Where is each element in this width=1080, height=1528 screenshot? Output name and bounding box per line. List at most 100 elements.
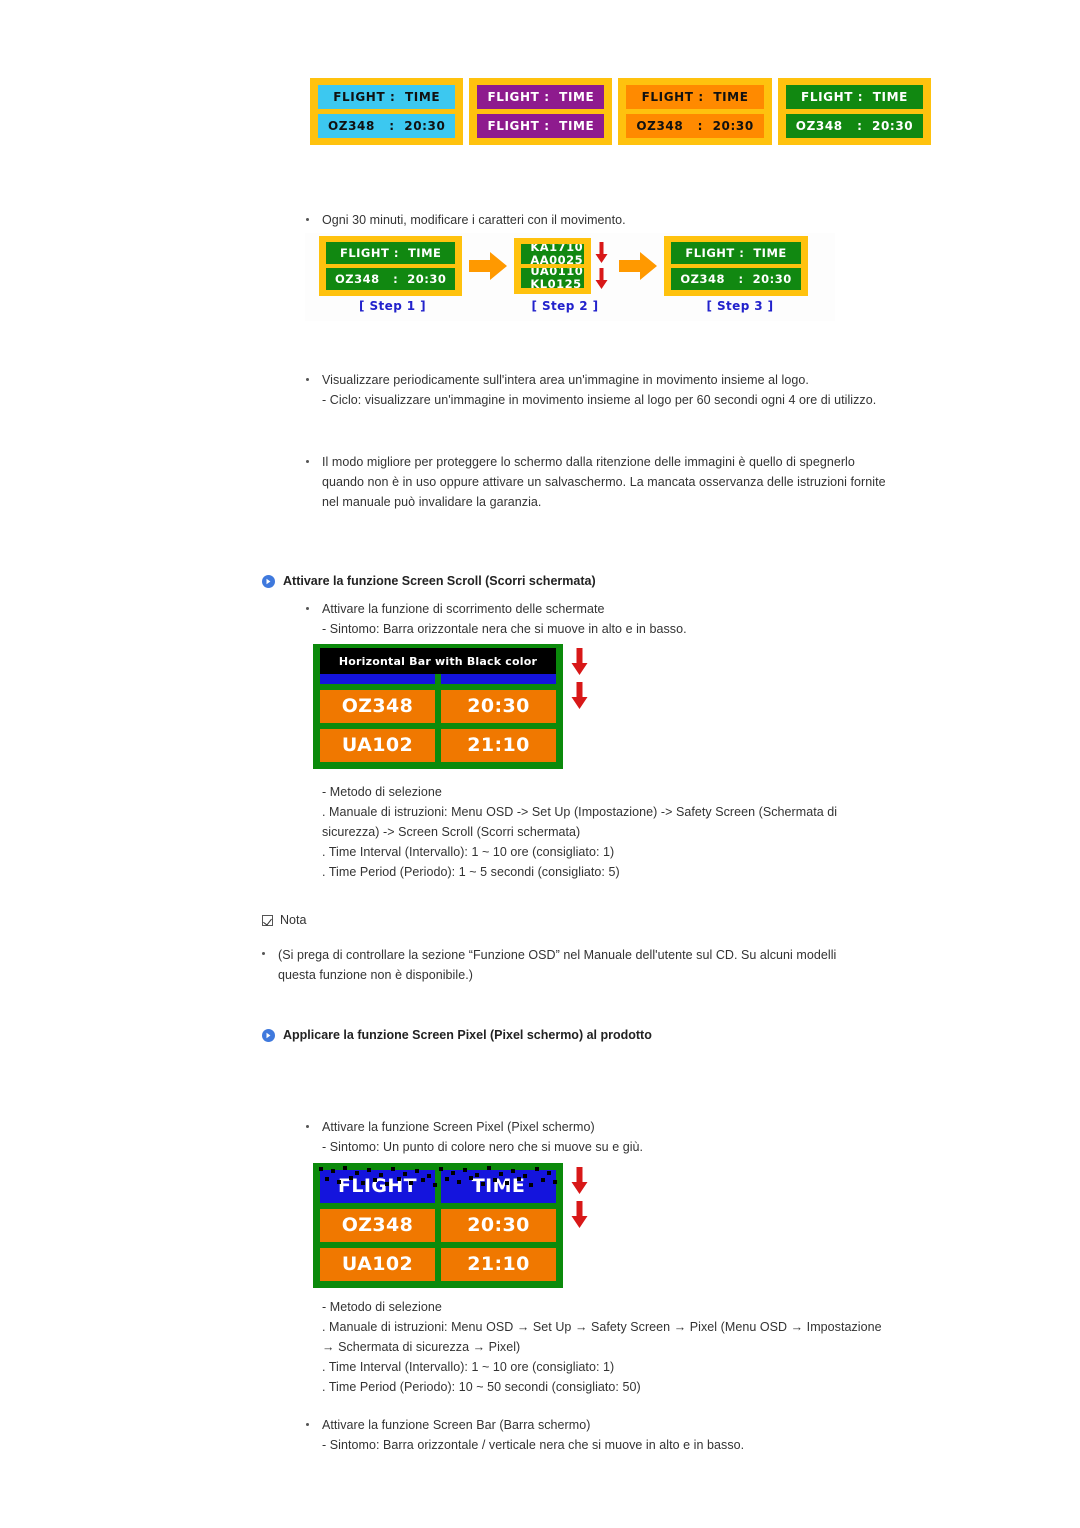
right-arrow-icon	[469, 252, 508, 280]
method-line: - Metodo di selezione	[322, 1300, 442, 1314]
board-row: UA102 21:10	[320, 1248, 556, 1281]
section-header-screen-scroll: Attivare la funzione Screen Scroll (Scor…	[262, 574, 596, 588]
right-arrow-icon	[619, 252, 658, 280]
board-cell: 20:30	[441, 690, 556, 723]
bullet-periodic-moving-image: Visualizzare periodicamente sull'intera …	[300, 370, 940, 410]
flight-panel-cyan: FLIGHT : TIME OZ348 : 20:30	[310, 78, 464, 145]
board-cell: 21:10	[441, 729, 556, 762]
bullet-dot-icon	[306, 460, 309, 463]
bullet-symptom: - Sintomo: Barra orizzontale nera che si…	[322, 622, 687, 636]
note-header: Nota	[262, 913, 306, 927]
bullet-symptom: - Sintomo: Barra orizzontale / verticale…	[322, 1438, 745, 1452]
flight-panel-orange: FLIGHT : TIME OZ348 : 20:30	[618, 78, 772, 145]
flight-panel-row: OZ348 : 20:30	[785, 114, 924, 138]
step2-row: UA0110 : 13:30 KL0125 : 13:50	[521, 268, 585, 288]
step1-row: FLIGHT : TIME	[326, 242, 456, 264]
pixel-direction-arrows	[571, 1163, 588, 1229]
arrow-circle-icon	[262, 574, 275, 588]
bullet-text: Ogni 30 minuti, modificare i caratteri c…	[322, 213, 626, 227]
bullet-dot-icon	[306, 378, 309, 381]
board-cell: 20:30	[441, 1209, 556, 1242]
step3-row: FLIGHT : TIME	[671, 242, 801, 264]
method-line: - Metodo di selezione	[322, 785, 442, 799]
method-line: . Manuale di istruzioni: Menu OSD → Set …	[322, 1320, 882, 1334]
method-line: . Time Interval (Intervallo): 1 ~ 10 ore…	[322, 1360, 615, 1374]
scroll-down-arrows	[595, 242, 608, 290]
black-bar-overlay: Horizontal Bar with Black color	[320, 648, 556, 674]
step3-panel: FLIGHT : TIME OZ348 : 20:30	[664, 236, 808, 296]
bullet-dot-icon	[306, 607, 309, 610]
section-header-label: Attivare la funzione Screen Scroll (Scor…	[283, 574, 596, 588]
down-arrow-icon	[595, 242, 608, 263]
note-title: Nota	[280, 913, 307, 927]
board-cell: 21:10	[441, 1248, 556, 1281]
flight-panel-row: FLIGHT : TIME	[477, 85, 605, 109]
step2-row: KA1710 : 12:00 AA0025 : 12:35	[521, 244, 585, 264]
section-header-label: Applicare la funzione Screen Pixel (Pixe…	[283, 1028, 652, 1042]
bullet-enable-screen-scroll: Attivare la funzione di scorrimento dell…	[300, 599, 940, 639]
board-cell: UA102	[320, 729, 435, 762]
method-line: . Manuale di istruzioni: Menu OSD -> Set…	[322, 805, 838, 819]
bullet-enable-screen-pixel: Attivare la funzione Screen Pixel (Pixel…	[300, 1117, 940, 1157]
flight-panel-row: FLIGHT : TIME	[318, 85, 456, 109]
method-line: . Time Interval (Intervallo): 1 ~ 10 ore…	[322, 845, 615, 859]
step1-panel: FLIGHT : TIME OZ348 : 20:30	[319, 236, 463, 296]
step2-label: [ Step 2 ]	[531, 299, 599, 313]
bullet-dot-icon	[306, 218, 309, 221]
down-arrow-icon	[595, 268, 608, 289]
step-labels-row: [ Step 1 ] [ Step 2 ] [ Step 3 ]	[305, 299, 835, 313]
document-page: FLIGHT : TIME OZ348 : 20:30 FLIGHT : TIM…	[0, 0, 1080, 1528]
flight-panel-row: FLIGHT : TIME	[477, 114, 605, 138]
figure-flight-board-pixel: FLIGHT TIME OZ348 20:30 UA102 21:10	[313, 1163, 588, 1288]
step1-row: OZ348 : 20:30	[326, 268, 456, 290]
bullet-text: Attivare la funzione Screen Bar (Barra s…	[322, 1418, 591, 1432]
scroll-direction-arrows	[571, 644, 588, 710]
bullet-dot-icon	[306, 1125, 309, 1128]
board-row: UA102 21:10	[320, 729, 556, 762]
flight-board: FLIGHT TIME OZ348 20:30 UA102 21:10	[313, 1163, 563, 1288]
board-row: OZ348 20:30	[320, 690, 556, 723]
screen-scroll-method-block: - Metodo di selezione . Manuale di istru…	[322, 782, 942, 882]
checkbox-check-icon	[262, 914, 273, 926]
flight-board: Horizontal Bar with Black color FLIGHT T…	[313, 644, 563, 769]
bullet-dot-icon	[306, 1423, 309, 1426]
method-line: . Time Period (Periodo): 10 ~ 50 secondi…	[322, 1380, 641, 1394]
step2-row-bottom: AA0025 : 12:35	[530, 253, 584, 264]
step2-row-bottom: KL0125 : 13:50	[530, 277, 582, 288]
bullet-text: Attivare la funzione di scorrimento dell…	[322, 602, 605, 616]
pixel-dots-overlay-icon	[319, 1166, 557, 1187]
bullet-text: Attivare la funzione Screen Pixel (Pixel…	[322, 1120, 595, 1134]
method-line: sicurezza) -> Screen Scroll (Scorri sche…	[322, 825, 581, 839]
bullet-text: nel manuale può invalidare la garanzia.	[322, 495, 542, 509]
bullet-text: Il modo migliore per proteggere lo scher…	[322, 455, 855, 469]
flight-panel-row: OZ348 : 20:30	[626, 114, 764, 138]
down-arrow-icon	[571, 648, 588, 675]
arrow-circle-icon	[262, 1028, 275, 1042]
figure-step-flow: FLIGHT : TIME OZ348 : 20:30 KA1710 : 12:…	[305, 233, 835, 321]
section-header-screen-pixel: Applicare la funzione Screen Pixel (Pixe…	[262, 1028, 652, 1042]
figure-flight-panel-variants: FLIGHT : TIME OZ348 : 20:30 FLIGHT : TIM…	[310, 78, 932, 162]
step-flow-row: FLIGHT : TIME OZ348 : 20:30 KA1710 : 12:…	[305, 233, 835, 299]
note-text: (Si prega di controllare la sezione “Fun…	[278, 948, 837, 962]
down-arrow-icon	[571, 1201, 588, 1228]
method-line: . Time Period (Periodo): 1 ~ 5 secondi (…	[322, 865, 620, 879]
bullet-symptom: - Sintomo: Un punto di colore nero che s…	[322, 1140, 644, 1154]
note-text: questa funzione non è disponibile.)	[278, 968, 473, 982]
bullet-text: Visualizzare periodicamente sull'intera …	[322, 373, 809, 387]
down-arrow-icon	[571, 1167, 588, 1194]
step3-row: OZ348 : 20:30	[671, 268, 801, 290]
note-body: (Si prega di controllare la sezione “Fun…	[256, 945, 916, 985]
flight-panel-row: OZ348 : 20:30	[318, 114, 456, 138]
step2-panel: KA1710 : 12:00 AA0025 : 12:35 UA0110 : 1…	[514, 238, 592, 294]
board-cell: UA102	[320, 1248, 435, 1281]
down-arrow-icon	[571, 682, 588, 709]
bullet-dot-icon	[262, 952, 265, 955]
flight-panel-green: FLIGHT : TIME OZ348 : 20:30	[777, 78, 932, 145]
board-cell: OZ348	[320, 690, 435, 723]
bullet-subtext: - Ciclo: visualizzare un'immagine in mov…	[322, 393, 877, 407]
step1-label: [ Step 1 ]	[359, 299, 426, 313]
board-row: OZ348 20:30	[320, 1209, 556, 1242]
bullet-text: quando non è in uso oppure attivare un s…	[322, 475, 886, 489]
flight-panel-row: FLIGHT : TIME	[785, 85, 924, 109]
screen-pixel-method-block: - Metodo di selezione . Manuale di istru…	[322, 1297, 942, 1397]
